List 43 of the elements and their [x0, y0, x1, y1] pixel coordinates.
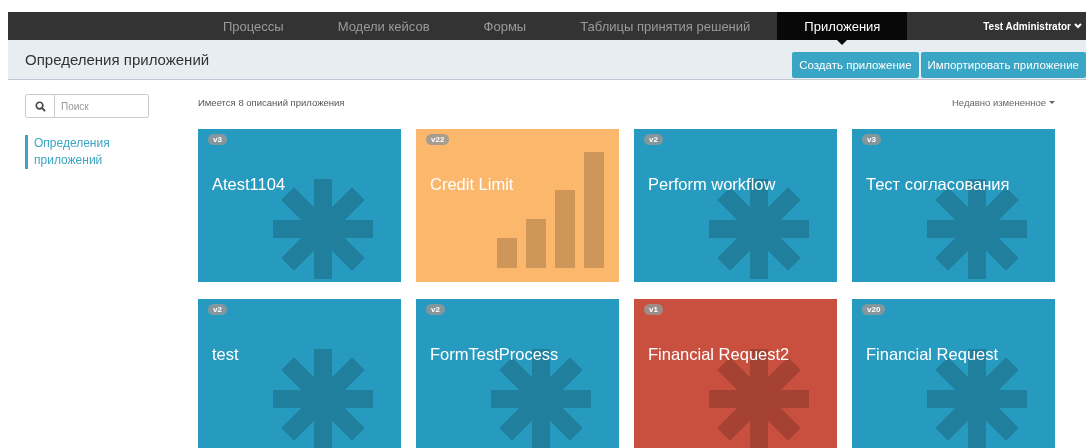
nav-tab[interactable]: Модели кейсов: [310, 12, 457, 40]
app-name: Credit Limit: [430, 175, 514, 194]
active-pointer-icon: [837, 40, 848, 45]
app-count-text: Имеется 8 описаний приложения: [198, 97, 345, 108]
user-menu[interactable]: Test Administrator: [983, 12, 1086, 40]
page-title: Определения приложений: [25, 51, 210, 68]
version-badge: v2: [208, 304, 227, 315]
app-name: Atest1104: [212, 175, 286, 194]
app-name: Тест согласования: [866, 175, 1010, 194]
app-card[interactable]: v2 test: [198, 299, 401, 448]
app-card[interactable]: v2 Perform workflow: [634, 129, 837, 282]
chevron-down-icon: [1074, 23, 1082, 29]
version-badge: v1: [644, 304, 663, 315]
version-badge: v3: [862, 134, 881, 145]
app-name: Financial Request2: [648, 345, 790, 364]
search-icon: [34, 100, 46, 112]
version-badge: v3: [208, 134, 227, 145]
nav-tab[interactable]: Приложения: [777, 12, 908, 40]
nav-tab[interactable]: Формы: [456, 12, 554, 40]
asterisk-icon: [709, 179, 809, 279]
app-card[interactable]: v3 Atest1104: [198, 129, 401, 282]
app-card[interactable]: v20 Financial Request: [852, 299, 1055, 448]
nav-tab[interactable]: Таблицы принятия решений: [553, 12, 778, 40]
app-name: test: [212, 345, 239, 364]
app-name: FormTestProcess: [430, 345, 559, 364]
version-badge: v20: [862, 304, 886, 315]
version-badge: v2: [644, 134, 663, 145]
app-name: Perform workflow: [648, 175, 776, 194]
search-field[interactable]: Поиск: [25, 94, 149, 118]
header-button[interactable]: Создать приложение: [792, 52, 919, 78]
app-card[interactable]: v2 FormTestProcess: [416, 299, 619, 448]
nav-tab[interactable]: Процессы: [196, 12, 311, 40]
sidebar-item[interactable]: Определения приложений: [25, 135, 134, 169]
sort-dropdown[interactable]: Недавно измененное: [951, 97, 1055, 108]
asterisk-icon: [273, 349, 373, 448]
app-card[interactable]: v1 Financial Request2: [634, 299, 837, 448]
app-card[interactable]: v3 Тест согласования: [852, 129, 1055, 282]
header-button[interactable]: Импортировать приложение: [920, 52, 1086, 78]
version-badge: v2: [426, 304, 445, 315]
app-card[interactable]: v22 Credit Limit: [416, 129, 619, 282]
caret-icon: [1049, 100, 1055, 105]
version-badge: v22: [426, 134, 450, 145]
app-name: Financial Request: [866, 345, 999, 364]
